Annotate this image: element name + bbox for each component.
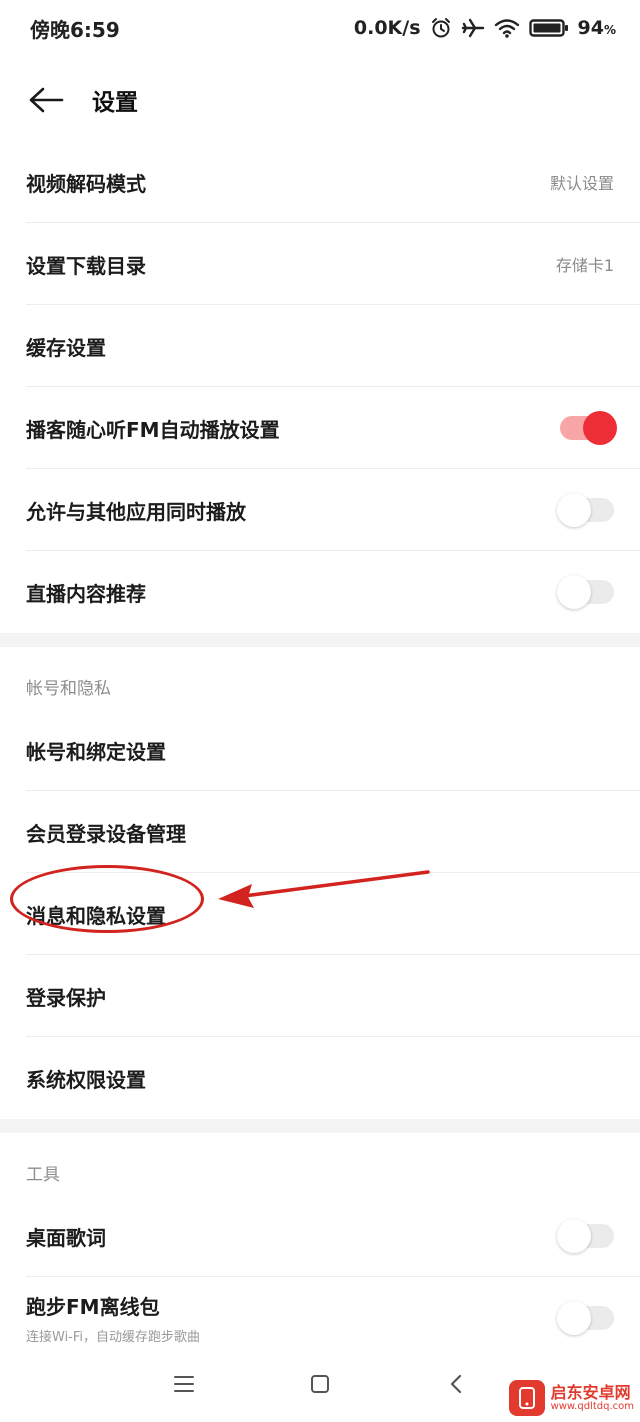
member-devices-row[interactable]: 会员登录设备管理 — [0, 791, 640, 873]
row-value: 存储卡1 — [555, 256, 614, 275]
page-title: 设置 — [92, 90, 138, 116]
live-recommend-toggle[interactable] — [557, 575, 614, 609]
desktop-lyrics-toggle[interactable] — [557, 1219, 614, 1253]
back-nav-button[interactable] — [438, 1366, 474, 1402]
battery-icon — [528, 17, 569, 39]
fm-autoplay-row: 播客随心听FM自动播放设置 — [0, 387, 640, 469]
row-label: 登录保护 — [26, 985, 106, 1010]
alarm-icon — [430, 17, 452, 39]
running-fm-toggle[interactable] — [557, 1301, 614, 1335]
row-sublabel: 连接Wi-Fi，自动缓存跑步歌曲 — [26, 1330, 201, 1345]
annotation-ellipse — [10, 865, 204, 933]
section-gap — [0, 1119, 640, 1133]
arrow-left-icon — [29, 87, 64, 113]
toggle-knob — [557, 1301, 591, 1335]
desktop-lyrics-row: 桌面歌词 — [0, 1195, 640, 1277]
row-label: 视频解码模式 — [26, 171, 146, 196]
cache-settings-row[interactable]: 缓存设置 — [0, 305, 640, 387]
header: 设置 — [0, 56, 640, 144]
status-bar: 傍晚6:59 0.0K/s 94% — [0, 0, 640, 56]
toggle-knob — [557, 575, 591, 609]
menu-nav-button[interactable] — [166, 1366, 202, 1402]
home-square-icon — [311, 1375, 329, 1393]
status-time: 傍晚6:59 — [30, 17, 120, 42]
row-label: 跑步FM离线包 — [26, 1295, 160, 1319]
settings-screen: 傍晚6:59 0.0K/s 94% 设置 视频解码模式 默认设置 设置下载目录 … — [0, 0, 640, 1422]
section-header-account: 帐号和隐私 — [26, 679, 111, 699]
status-right: 0.0K/s 94% — [354, 17, 616, 39]
row-label: 桌面歌词 — [26, 1225, 106, 1250]
battery-percent: 94% — [577, 17, 616, 39]
annotation-arrow-icon — [218, 870, 430, 908]
row-label: 允许与其他应用同时播放 — [26, 499, 246, 524]
login-protect-row[interactable]: 登录保护 — [0, 955, 640, 1037]
wifi-icon — [494, 17, 520, 39]
watermark-url: www.qdltdq.com — [550, 1401, 634, 1413]
watermark-text: 启东安卓网 www.qdltdq.com — [551, 1384, 634, 1413]
row-label: 缓存设置 — [26, 335, 106, 360]
row-label: 直播内容推荐 — [26, 581, 146, 606]
airplane-icon — [461, 17, 485, 39]
home-nav-button[interactable] — [302, 1366, 338, 1402]
toggle-knob — [557, 493, 591, 527]
site-watermark: 启东安卓网 www.qdltdq.com — [508, 1380, 634, 1416]
toggle-knob — [583, 411, 617, 445]
back-button[interactable] — [0, 56, 92, 144]
toggle-knob — [557, 1219, 591, 1253]
fm-autoplay-toggle[interactable] — [560, 411, 617, 445]
row-label: 会员登录设备管理 — [26, 821, 186, 846]
row-text: 跑步FM离线包 连接Wi-Fi，自动缓存跑步歌曲 — [26, 1291, 200, 1345]
account-binding-row[interactable]: 帐号和绑定设置 — [0, 709, 640, 791]
allow-other-apps-row: 允许与其他应用同时播放 — [0, 469, 640, 551]
allow-other-apps-toggle[interactable] — [557, 493, 614, 527]
network-speed: 0.0K/s — [353, 17, 421, 39]
row-label: 播客随心听FM自动播放设置 — [26, 417, 280, 442]
section-gap — [0, 633, 640, 647]
download-dir-row[interactable]: 设置下载目录 存储卡1 — [0, 223, 640, 305]
system-permission-row[interactable]: 系统权限设置 — [0, 1037, 640, 1119]
chevron-left-icon — [450, 1374, 462, 1394]
row-label: 系统权限设置 — [26, 1067, 146, 1092]
watermark-name: 启东安卓网 — [550, 1382, 631, 1402]
section-header-tools: 工具 — [26, 1165, 60, 1185]
live-recommend-row: 直播内容推荐 — [0, 551, 640, 633]
watermark-logo-icon — [508, 1380, 545, 1416]
menu-icon — [174, 1376, 194, 1392]
row-label: 帐号和绑定设置 — [26, 739, 166, 764]
general-settings-list: 视频解码模式 默认设置 设置下载目录 存储卡1 缓存设置 播客随心听FM自动播放… — [0, 141, 640, 1359]
video-decode-row[interactable]: 视频解码模式 默认设置 — [0, 141, 640, 223]
row-value: 默认设置 — [549, 174, 614, 193]
row-label: 设置下载目录 — [26, 253, 146, 278]
